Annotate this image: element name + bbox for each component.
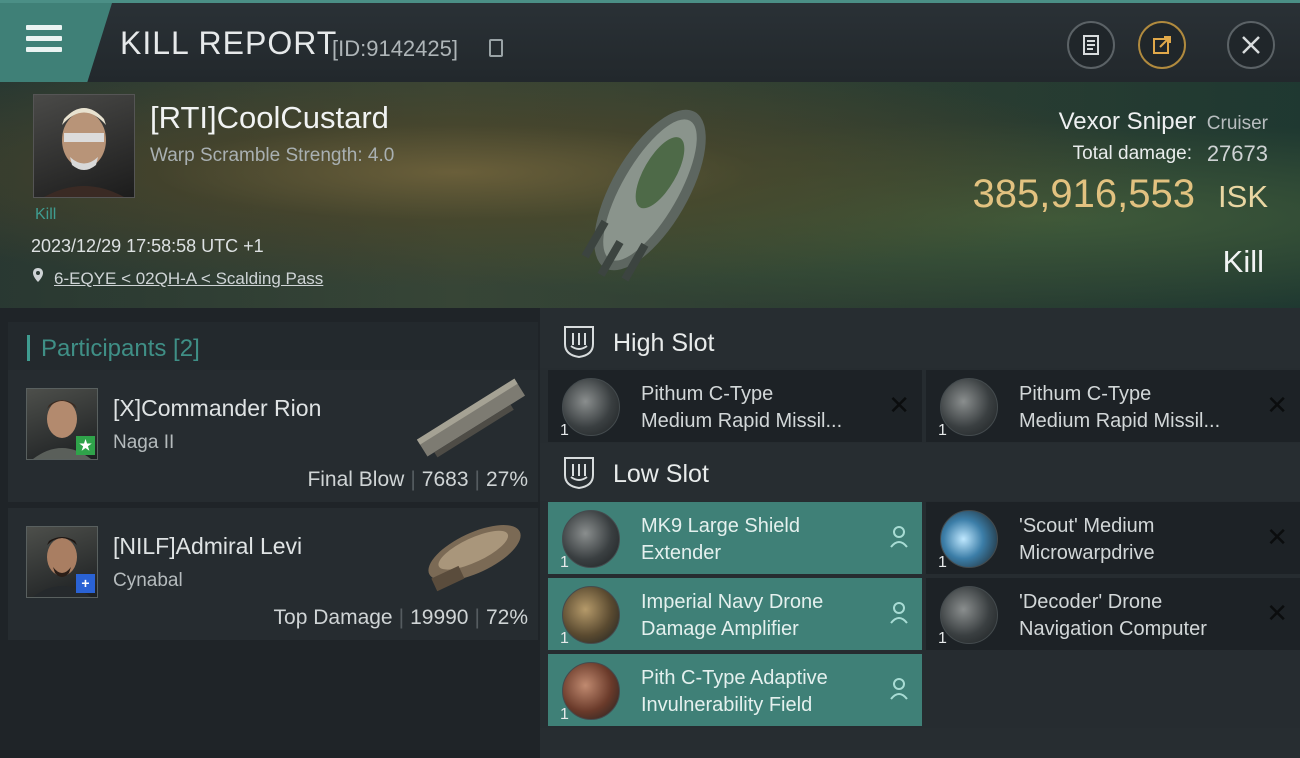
participant-stats: Top Damage | 19990 | 72% [273, 606, 528, 629]
module-quantity: 1 [560, 554, 569, 571]
participant-row[interactable]: + [NILF]Admiral Levi Cynabal Top Damage |… [8, 508, 538, 640]
share-icon [1153, 36, 1171, 54]
participant-ship-image [428, 525, 521, 592]
module-icon [562, 662, 620, 720]
warp-scramble-strength: Warp Scramble Strength: 4.0 [150, 145, 395, 166]
pilot-icon [890, 678, 908, 700]
module-slot[interactable]: 1 Imperial Navy Drone Damage Amplifier [548, 578, 922, 650]
module-slot[interactable]: 1 'Decoder' Drone Navigation Computer ✕ [926, 578, 1300, 650]
location-pin-icon [33, 268, 43, 282]
kill-timestamp: 2023/12/29 17:58:58 UTC +1 [31, 236, 264, 256]
report-id: [ID:9142425] [332, 36, 458, 61]
module-quantity: 1 [560, 630, 569, 647]
module-icon [562, 510, 620, 568]
module-name: 'Decoder' Drone Navigation Computer [1019, 591, 1207, 640]
close-button[interactable] [1227, 21, 1275, 69]
menu-icon [26, 25, 62, 58]
pilot-icon [890, 526, 908, 548]
module-name: Pith C-Type Adaptive Invulnerability Fiel… [641, 667, 828, 716]
high-slot-header: High Slot [540, 308, 1300, 368]
low-slot-title: Low Slot [613, 460, 709, 488]
participants-header: Participants [2] [8, 322, 538, 372]
participant-percent: 27% [485, 468, 528, 491]
kill-tag: Kill [35, 206, 57, 223]
module-quantity: 1 [560, 706, 569, 723]
fitting-panel: High Slot 1 Pithum C-Type Medium Rapid Mi… [540, 308, 1300, 758]
participant-role: Final Blow [307, 468, 405, 491]
module-name: 'Scout' Medium Microwarpdrive [1019, 515, 1155, 564]
participant-percent: 72% [485, 606, 528, 629]
victim-summary: [RTI]CoolCustard Warp Scramble Strength:… [0, 82, 1300, 308]
module-icon [940, 378, 998, 436]
copy-icon[interactable] [489, 39, 503, 57]
module-slot[interactable]: 1 Pith C-Type Adaptive Invulnerability Fi… [548, 654, 922, 726]
participant-ship-image [416, 378, 526, 458]
high-slot-icon [564, 326, 594, 358]
low-slot-icon [564, 457, 594, 489]
module-slot[interactable]: 1 Pithum C-Type Medium Rapid Missil... ✕ [926, 370, 1300, 442]
location-link[interactable]: 6-EQYE < 02QH-A < Scalding Pass [54, 269, 323, 289]
participant-ship: Cynabal [113, 570, 183, 591]
participant-damage: 19990 [410, 606, 469, 629]
module-quantity: 1 [938, 422, 947, 439]
star-icon: ★ [76, 436, 95, 455]
module-slot[interactable]: 1 MK9 Large Shield Extender [548, 502, 922, 574]
isk-label: ISK [1218, 179, 1268, 214]
module-slot[interactable]: 1 Pithum C-Type Medium Rapid Missil... ✕ [548, 370, 922, 442]
kill-status: Kill [1222, 244, 1264, 279]
participants-panel: Participants [2] ★ [X]Commander Rion Nag… [0, 308, 540, 750]
destroyed-x-icon: ✕ [1266, 390, 1288, 420]
participant-row[interactable]: ★ [X]Commander Rion Naga II Final Blow | 7… [8, 370, 538, 502]
total-damage-value: 27673 [1206, 141, 1268, 166]
participant-stats: Final Blow | 7683 | 27% [307, 468, 528, 491]
destroyed-x-icon: ✕ [1266, 598, 1288, 628]
mid-slot-header-partial [540, 728, 1300, 758]
top-bar: KILL REPORT [ID:9142425] [0, 0, 1300, 82]
victim-ship-image [581, 109, 706, 282]
participant-ship: Naga II [113, 432, 175, 453]
clipboard-button[interactable] [1067, 21, 1115, 69]
module-name: Imperial Navy Drone Damage Amplifier [641, 591, 824, 640]
total-damage-label: Total damage: [1072, 143, 1192, 164]
page-title: KILL REPORT [120, 25, 338, 61]
pilot-icon [890, 602, 908, 624]
module-slot[interactable]: 1 'Scout' Medium Microwarpdrive ✕ [926, 502, 1300, 574]
destroyed-x-icon: ✕ [888, 390, 910, 420]
close-icon [1242, 36, 1260, 54]
victim-name[interactable]: [RTI]CoolCustard [150, 100, 389, 136]
high-slot-title: High Slot [613, 329, 715, 357]
participant-role: Top Damage [273, 606, 393, 629]
module-name: MK9 Large Shield Extender [641, 515, 800, 564]
module-quantity: 1 [938, 630, 947, 647]
module-icon [562, 586, 620, 644]
low-slot-header: Low Slot [540, 443, 1300, 501]
module-name: Pithum C-Type Medium Rapid Missil... [1019, 383, 1221, 432]
module-icon [940, 586, 998, 644]
participant-damage: 7683 [421, 468, 469, 491]
ship-class: Cruiser [1206, 113, 1268, 134]
participant-name[interactable]: [NILF]Admiral Levi [113, 533, 302, 560]
share-button[interactable] [1138, 21, 1186, 69]
menu-button[interactable] [0, 3, 112, 82]
participant-name[interactable]: [X]Commander Rion [113, 395, 321, 422]
participants-title: Participants [2] [41, 335, 200, 362]
module-icon [562, 378, 620, 436]
ship-name[interactable]: Vexor Sniper [1059, 108, 1196, 136]
plus-icon: + [76, 574, 95, 593]
victim-avatar[interactable] [33, 94, 135, 198]
destroyed-x-icon: ✕ [1266, 522, 1288, 552]
clipboard-icon [1083, 35, 1099, 55]
module-icon [940, 510, 998, 568]
module-quantity: 1 [560, 422, 569, 439]
module-quantity: 1 [938, 554, 947, 571]
module-name: Pithum C-Type Medium Rapid Missil... [641, 383, 843, 432]
isk-value: 385,916,553 [972, 172, 1195, 216]
